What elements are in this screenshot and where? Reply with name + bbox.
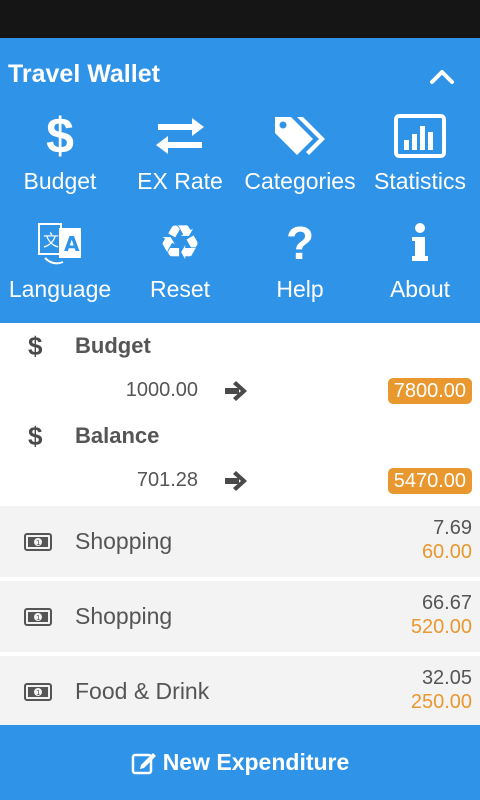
app-title: Travel Wallet bbox=[8, 60, 160, 88]
balance-home-value: 5470.00 bbox=[387, 468, 472, 494]
info-icon bbox=[390, 218, 450, 268]
menu-item-ex-rate[interactable]: EX Rate bbox=[120, 111, 240, 216]
new-expenditure-label: New Expenditure bbox=[162, 749, 350, 775]
menu-panel: Travel Wallet $ Budget EX Rate Categorie… bbox=[0, 38, 480, 323]
dollar-icon: $ bbox=[28, 421, 43, 451]
money-icon: 1 bbox=[24, 608, 52, 626]
expenditure-category: Shopping bbox=[75, 528, 173, 554]
menu-item-label: Help bbox=[276, 276, 324, 302]
svg-text:1: 1 bbox=[36, 689, 40, 697]
menu-item-categories[interactable]: Categories bbox=[240, 111, 360, 216]
menu-header: Travel Wallet bbox=[0, 38, 480, 110]
menu-item-help[interactable]: ? Help bbox=[240, 218, 360, 323]
arrow-right-icon bbox=[225, 471, 247, 491]
expenditure-row[interactable]: 1 Food & Drink 32.05 250.00 bbox=[0, 656, 480, 725]
menu-item-budget[interactable]: $ Budget bbox=[0, 111, 120, 216]
balance-local-value: 701.28 bbox=[136, 469, 198, 491]
svg-text:1: 1 bbox=[36, 539, 40, 547]
svg-text:1: 1 bbox=[36, 614, 40, 622]
question-icon: ? bbox=[285, 217, 315, 269]
edit-icon bbox=[131, 752, 156, 774]
budget-title: Budget bbox=[75, 333, 151, 358]
bar-chart-icon bbox=[390, 111, 450, 161]
expenditure-row[interactable]: 1 Shopping 66.67 520.00 bbox=[0, 581, 480, 654]
balance-title: Balance bbox=[75, 423, 160, 448]
expenditure-category: Food & Drink bbox=[75, 678, 210, 704]
expenditure-home-amount: 60.00 bbox=[421, 541, 472, 563]
menu-item-label: EX Rate bbox=[137, 168, 223, 194]
expenditure-category: Shopping bbox=[75, 603, 173, 629]
menu-item-reset[interactable]: ♻ Reset bbox=[120, 218, 240, 323]
recycle-icon: ♻ bbox=[158, 215, 202, 271]
menu-item-about[interactable]: About bbox=[360, 218, 480, 323]
money-icon: 1 bbox=[24, 683, 52, 701]
menu-item-label: Categories bbox=[244, 168, 356, 194]
expenditure-local-amount: 32.05 bbox=[421, 667, 472, 689]
menu-item-language[interactable]: 文 A Language bbox=[0, 218, 120, 323]
dollar-icon: $ bbox=[46, 108, 74, 164]
dollar-icon: $ bbox=[28, 331, 43, 361]
arrow-right-icon bbox=[225, 381, 247, 401]
expenditure-row[interactable]: 1 Shopping 7.69 60.00 bbox=[0, 506, 480, 579]
expenditure-home-amount: 520.00 bbox=[410, 616, 472, 638]
menu-item-label: Reset bbox=[149, 276, 211, 302]
expenditure-home-amount: 250.00 bbox=[410, 691, 472, 713]
svg-text:文: 文 bbox=[43, 231, 59, 250]
menu-item-label: Budget bbox=[23, 168, 97, 194]
summary-panel: $ Budget 1000.00 7800.00 $ Balance 701.2… bbox=[0, 323, 480, 506]
chevron-up-icon bbox=[430, 70, 454, 84]
menu-item-statistics[interactable]: Statistics bbox=[360, 111, 480, 216]
svg-text:A: A bbox=[64, 232, 80, 256]
translate-icon: 文 A bbox=[30, 218, 90, 268]
menu-item-label: Statistics bbox=[373, 168, 467, 194]
budget-local-value: 1000.00 bbox=[125, 379, 198, 401]
collapse-button[interactable] bbox=[424, 58, 460, 94]
budget-home-value: 7800.00 bbox=[387, 378, 472, 404]
menu-item-label: About bbox=[389, 276, 451, 302]
new-expenditure-button[interactable]: New Expenditure bbox=[0, 725, 480, 800]
exchange-arrows-icon bbox=[150, 111, 210, 161]
expenditure-local-amount: 66.67 bbox=[421, 592, 472, 614]
expenditure-local-amount: 7.69 bbox=[433, 517, 472, 539]
money-icon: 1 bbox=[24, 533, 52, 551]
status-bar bbox=[0, 0, 480, 38]
menu-item-label: Language bbox=[8, 276, 112, 302]
tags-icon bbox=[270, 111, 330, 161]
